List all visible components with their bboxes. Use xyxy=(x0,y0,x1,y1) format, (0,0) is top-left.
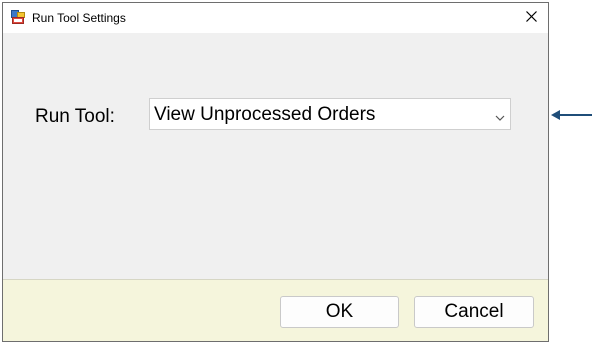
close-icon xyxy=(525,9,537,27)
dialog-footer: OK Cancel xyxy=(3,279,548,341)
chevron-down-icon xyxy=(494,110,506,121)
dialog-body: Run Tool: View Unprocessed Orders xyxy=(3,33,548,279)
cancel-button[interactable]: Cancel xyxy=(414,296,534,328)
run-tool-label: Run Tool: xyxy=(35,106,115,127)
close-button[interactable] xyxy=(516,3,546,33)
arrow-left-icon xyxy=(551,108,593,122)
run-tool-settings-dialog: Run Tool Settings Run Tool: View Unproce… xyxy=(2,2,549,342)
run-tool-selected-value: View Unprocessed Orders xyxy=(154,104,376,125)
run-tool-dropdown[interactable]: View Unprocessed Orders xyxy=(149,98,511,130)
app-window-icon xyxy=(11,10,25,24)
ok-button[interactable]: OK xyxy=(280,296,399,328)
title-bar: Run Tool Settings xyxy=(3,3,548,33)
window-title: Run Tool Settings xyxy=(32,11,126,25)
